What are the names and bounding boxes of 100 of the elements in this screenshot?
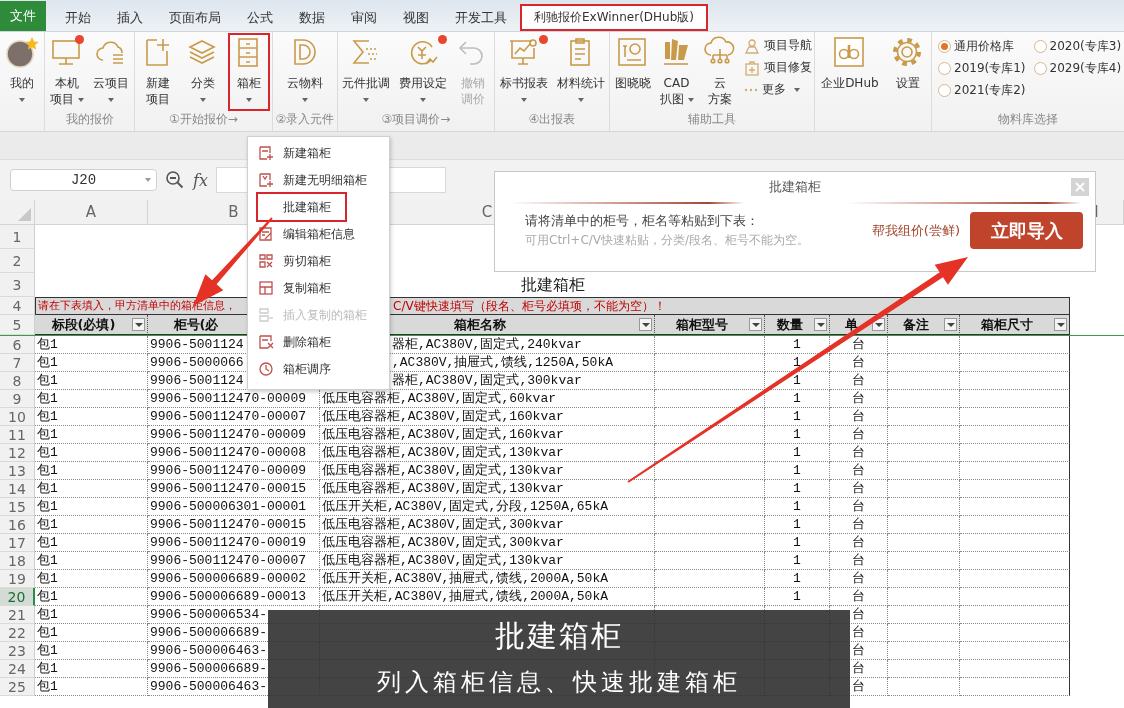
ribbon-button[interactable]: 图晓晓 — [612, 35, 653, 93]
help-link[interactable]: 帮我组价(尝鲜) — [871, 221, 960, 240]
radio-button[interactable] — [938, 84, 951, 97]
row-header[interactable]: 4 — [0, 297, 35, 315]
row-header[interactable]: 10 — [0, 408, 35, 426]
row-header[interactable]: 12 — [0, 444, 35, 462]
menu-item[interactable]: 复制箱柜 — [258, 275, 385, 301]
table-cell: 包1 — [35, 372, 148, 390]
row-header[interactable]: 22 — [0, 624, 35, 642]
row-header[interactable]: 25 — [0, 678, 35, 696]
ribbon-tab[interactable]: 审阅 — [338, 4, 390, 31]
menu-item[interactable]: 新建箱柜 — [258, 140, 385, 166]
table-cell: 1 — [765, 498, 830, 516]
row-header[interactable]: 23 — [0, 642, 35, 660]
empty-cell — [888, 624, 960, 642]
table-cell: 低压开关柜,AC380V,抽屉式,馈线,2000A,50kA — [320, 588, 655, 606]
radio-button[interactable] — [938, 62, 951, 75]
column-header[interactable]: A — [35, 200, 148, 224]
row-header[interactable]: 21 — [0, 606, 35, 624]
row-header[interactable]: 2 — [0, 249, 35, 273]
file-tab[interactable]: 文件 — [0, 1, 46, 31]
name-box[interactable]: J20 — [10, 169, 157, 191]
empty-cell — [888, 660, 960, 678]
ribbon-button[interactable]: 云项目 — [91, 35, 132, 109]
row-header[interactable]: 11 — [0, 426, 35, 444]
filter-button[interactable] — [814, 318, 827, 331]
table-cell: 包1 — [35, 354, 148, 372]
ribbon-button[interactable]: 项目导航 — [743, 37, 812, 54]
ribbon-button[interactable]: 标书报表 — [497, 35, 550, 109]
ribbon-button[interactable]: 企业DHub — [819, 35, 881, 93]
ribbon-tab[interactable]: 视图 — [390, 4, 442, 31]
radio-button[interactable] — [1033, 62, 1047, 75]
empty-cell — [888, 426, 960, 444]
ribbon-button[interactable]: 项目修复 — [743, 59, 812, 76]
row-header[interactable]: 16 — [0, 516, 35, 534]
row-header[interactable]: 20 — [0, 588, 35, 606]
ribbon-button[interactable]: 我的 — [3, 35, 41, 109]
empty-cell — [888, 570, 960, 588]
ribbon-button[interactable]: 元件批调 — [340, 35, 393, 109]
ribbon-button[interactable]: CAD 扒图 — [657, 35, 696, 109]
radio-button[interactable] — [1033, 40, 1047, 53]
import-button[interactable]: 立即导入 — [970, 212, 1083, 249]
ribbon-button[interactable]: 箱柜 — [230, 35, 269, 109]
row-header[interactable]: 15 — [0, 498, 35, 516]
row-header[interactable]: 14 — [0, 480, 35, 498]
radio-label[interactable]: 2021(专库2) — [954, 82, 1026, 99]
radio-label[interactable]: 通用价格库 — [954, 38, 1014, 55]
ribbon-button[interactable]: 新建 项目 — [138, 35, 177, 109]
filter-button[interactable] — [944, 318, 957, 331]
row-header[interactable]: 6 — [0, 336, 35, 354]
radio-button[interactable] — [938, 40, 951, 53]
group-label: 我的报价 — [64, 111, 115, 128]
row-header[interactable]: 13 — [0, 462, 35, 480]
table-cell: 包1 — [35, 642, 148, 660]
filter-button[interactable] — [132, 318, 145, 331]
row-header[interactable]: 5 — [0, 315, 35, 335]
filter-button[interactable] — [639, 318, 652, 331]
ribbon-tab[interactable]: 开始 — [52, 4, 104, 31]
ribbon-button[interactable]: 分类 — [184, 35, 223, 109]
menu-item[interactable]: 新建无明细箱柜 — [258, 167, 385, 193]
ribbon-tab[interactable]: 页面布局 — [156, 4, 234, 31]
row-header[interactable]: 24 — [0, 660, 35, 678]
table-cell: 低压电容器柜,AC380V,固定式,130kvar — [320, 444, 655, 462]
ribbon-tab[interactable]: 利驰报价ExWinner(DHub版) — [520, 4, 708, 31]
ribbon-tab[interactable]: 开发工具 — [442, 4, 520, 31]
row-header[interactable]: 3 — [0, 273, 35, 297]
table-cell: 台 — [830, 354, 888, 372]
row-header[interactable]: 8 — [0, 372, 35, 390]
radio-label[interactable]: 2029(专库4) — [1049, 60, 1122, 77]
ribbon-button[interactable]: 云 方案 — [700, 35, 739, 109]
row-header[interactable]: 1 — [0, 225, 35, 249]
row-header[interactable]: 18 — [0, 552, 35, 570]
ribbon-button[interactable]: 材料统计 — [554, 35, 607, 109]
table-cell: 台 — [830, 408, 888, 426]
ribbon-button[interactable]: 费用设定 — [397, 35, 449, 109]
empty-cell — [888, 498, 960, 516]
filter-button[interactable] — [1054, 318, 1067, 331]
ribbon-button[interactable]: 设置 — [888, 35, 927, 93]
menu-item[interactable]: 编辑箱柜信息 — [258, 221, 385, 247]
table-cell: 低压电容器柜,AC380V,固定式,130kvar — [320, 480, 655, 498]
table-cell: 包1 — [35, 570, 148, 588]
ribbon-button[interactable]: 更多 — [743, 81, 812, 98]
ribbon-tab[interactable]: 公式 — [234, 4, 286, 31]
radio-label[interactable]: 2019(专库1) — [954, 60, 1026, 77]
row-header[interactable]: 19 — [0, 570, 35, 588]
ribbon-button[interactable]: 本机 项目 — [47, 35, 86, 109]
ribbon-button[interactable]: 云物料 — [285, 35, 325, 109]
row-header[interactable]: 17 — [0, 534, 35, 552]
table-cell: 9906-500112470-00015 — [148, 516, 320, 534]
row-header[interactable]: 9 — [0, 390, 35, 408]
table-cell: 9906-500112470-00009 — [148, 462, 320, 480]
ribbon-tab[interactable]: 数据 — [286, 4, 338, 31]
radio-label[interactable]: 2020(专库3) — [1049, 38, 1122, 55]
more-icon — [743, 87, 758, 92]
table-cell: 包1 — [35, 606, 148, 624]
row-header[interactable]: 7 — [0, 354, 35, 372]
filter-button[interactable] — [749, 318, 762, 331]
menu-item[interactable]: 剪切箱柜 — [258, 248, 385, 274]
ribbon-tab[interactable]: 插入 — [104, 4, 156, 31]
empty-cell — [888, 480, 960, 498]
